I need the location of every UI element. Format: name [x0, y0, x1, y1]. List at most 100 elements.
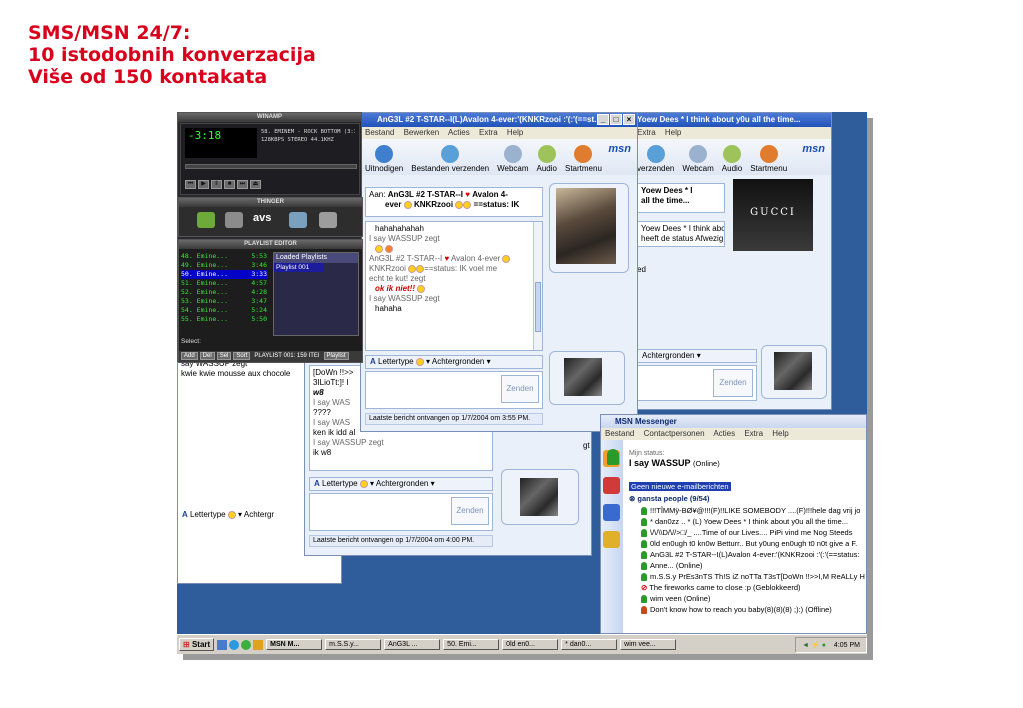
font-icon[interactable]: A [182, 510, 188, 519]
menu-acties[interactable]: Acties [713, 429, 735, 438]
taskbar-item[interactable]: * dan0... [561, 639, 618, 650]
playlist-row[interactable]: 52. Emine... 4:28 [181, 288, 267, 297]
contact-item-offline[interactable]: Don't know how to reach you baby(8)(8)(8… [641, 604, 832, 615]
emoticon-icon[interactable] [227, 510, 236, 519]
volume-icon[interactable]: ◄ [802, 642, 809, 649]
background-button[interactable]: Achtergr [244, 510, 274, 519]
thinger-icon[interactable] [319, 212, 337, 228]
emoticon-icon[interactable] [359, 479, 368, 488]
font-icon[interactable]: A [314, 479, 320, 488]
contact-item-blocked[interactable]: ⊘ The fireworks came to close :p (Geblok… [641, 582, 801, 593]
loaded-playlists-panel[interactable]: Loaded Playlists Playlist 001 [273, 252, 359, 336]
contact-item[interactable]: * dan0zz .. * (L) Yoew Dees * I think ab… [641, 516, 848, 527]
scroll-thumb[interactable] [535, 282, 541, 332]
audio-tool[interactable]: Audio [537, 145, 557, 173]
start-button[interactable]: ⊞ Start [179, 638, 215, 651]
pause-icon[interactable]: ‖ [211, 180, 222, 189]
clock[interactable]: 4:05 PM [834, 642, 860, 649]
network-icon[interactable]: ⚡ [811, 642, 820, 649]
font-icon[interactable]: A [370, 357, 376, 366]
chat-right-send-button[interactable]: Zenden [713, 369, 753, 397]
media-icon[interactable] [253, 639, 264, 650]
chat-window-main[interactable]: AnG3L #2 T-STAR--I(L)Avalon 4-ever:'(KNK… [360, 112, 638, 432]
menu-bestand[interactable]: Bestand [365, 128, 394, 137]
thinger-icon[interactable] [225, 212, 243, 228]
background-button[interactable]: Achtergronden [376, 479, 428, 488]
messenger-icon[interactable] [241, 639, 252, 650]
contact-item[interactable]: m.S.S.y PrEs3nTS Th!S iZ noTTa T3sT[DoWn… [641, 571, 865, 582]
emoticon-icon[interactable] [415, 357, 424, 366]
startmenu-tool[interactable]: Startmenu [565, 145, 602, 173]
winamp-seek-bar[interactable] [185, 164, 357, 169]
next-icon[interactable]: ⏭ [237, 180, 248, 189]
stop-icon[interactable]: ■ [224, 180, 235, 189]
contact-item[interactable]: wim veen (Online) [641, 593, 710, 604]
close-button[interactable]: × [623, 114, 635, 125]
messenger-tray-icon[interactable]: ● [822, 642, 826, 649]
send-files-tool[interactable]: Bestanden verzenden [411, 145, 489, 173]
menu-help[interactable]: Help [665, 128, 681, 137]
maximize-button[interactable]: □ [610, 114, 622, 125]
startmenu-tool[interactable]: Startmenu [750, 145, 787, 173]
add-button[interactable]: Add [181, 352, 198, 360]
my-avatar-icon[interactable] [607, 449, 619, 465]
font-button[interactable]: Lettertype [378, 357, 414, 366]
background-button[interactable]: Achtergronden [432, 357, 484, 366]
collapse-icon[interactable]: ⊗ [629, 494, 635, 503]
playlist-row[interactable]: 48. Emine... 5:53 [181, 252, 267, 261]
eject-icon[interactable]: ⏏ [250, 180, 261, 189]
webcam-tool[interactable]: Webcam [497, 145, 529, 173]
menu-contactpersonen[interactable]: Contactpersonen [644, 429, 705, 438]
playlist-entry[interactable]: Playlist 001 [274, 263, 324, 272]
menu-help[interactable]: Help [507, 128, 523, 137]
minimize-button[interactable]: _ [597, 114, 609, 125]
thinger-icon[interactable] [289, 212, 307, 228]
contact-item[interactable]: Anne... (Online) [641, 560, 703, 571]
chat-window-right[interactable]: Yoew Dees * I think about y0u all the ti… [632, 112, 832, 410]
taskbar-item[interactable]: AnG3L ... [384, 639, 441, 650]
sel-button[interactable]: Sel [216, 352, 232, 360]
avs-label[interactable]: avs [253, 212, 271, 224]
font-button[interactable]: Lettertype [322, 479, 358, 488]
playlist-row[interactable]: 53. Emine... 3:47 [181, 297, 267, 306]
contact-item[interactable]: AnG3L #2 T-STAR--I(L)Avalon 4-ever:'(KNK… [641, 549, 860, 560]
menu-bestand[interactable]: Bestand [605, 429, 634, 438]
menu-bewerken[interactable]: Bewerken [404, 128, 440, 137]
status-dropdown[interactable]: I say WASSUP (Online) [629, 458, 720, 469]
winamp-titlebar[interactable]: WINAMP [178, 113, 361, 122]
select-row[interactable]: Select: [181, 338, 201, 345]
mail-link[interactable]: Geen nieuwe e-mailberichten [629, 481, 731, 492]
menu-extra[interactable]: Extra [744, 429, 763, 438]
background-button[interactable]: Achtergronden [642, 351, 694, 360]
audio-tool[interactable]: Audio [722, 145, 742, 173]
tab-mail-icon[interactable] [603, 477, 620, 494]
tab-music-icon[interactable] [603, 504, 620, 521]
contact-item[interactable]: !!!TÎMMÿ-BØ¥@!!!(F)!!LIKE SOMEBODY ....(… [641, 505, 860, 516]
messenger-titlebar[interactable]: MSN Messenger [601, 415, 866, 428]
play-icon[interactable]: ▶ [198, 180, 209, 189]
taskbar-item[interactable]: 50. Emi... [443, 639, 500, 650]
chat-main-send-button[interactable]: Zenden [501, 375, 539, 403]
taskbar-item[interactable]: wim vee... [620, 639, 677, 650]
chat-right-titlebar[interactable]: Yoew Dees * I think about y0u all the ti… [633, 113, 831, 127]
font-button[interactable]: Lettertype [190, 510, 226, 519]
thinger-icon[interactable] [197, 212, 215, 228]
playlist-row[interactable]: 55. Emine... 5:50 [181, 315, 267, 324]
taskbar-item[interactable]: m.S.S.y... [325, 639, 382, 650]
loaded-playlists-header[interactable]: Loaded Playlists [274, 253, 358, 263]
desktop-icon[interactable] [217, 639, 228, 650]
contact-item[interactable]: 0ld en0ugh t0 kn0w Betturr.. But y0ung e… [641, 538, 857, 549]
menu-acties[interactable]: Acties [448, 128, 470, 137]
playlist-button[interactable]: Playlist [323, 352, 349, 360]
prev-icon[interactable]: ⏮ [185, 180, 196, 189]
playlist-list[interactable]: 48. Emine... 5:53 49. Emine... 3:46 50. … [181, 252, 267, 324]
menu-extra[interactable]: Extra [479, 128, 498, 137]
del-button[interactable]: Del [199, 352, 215, 360]
playlist-row[interactable]: 54. Emine... 5:24 [181, 306, 267, 315]
send-files-tool[interactable]: verzenden [637, 145, 674, 173]
tab-shopping-icon[interactable] [603, 531, 620, 548]
playlist-row-selected[interactable]: 50. Emine... 3:33 [181, 270, 267, 279]
webcam-tool[interactable]: Webcam [682, 145, 714, 173]
taskbar-item[interactable]: 0ld en0... [502, 639, 559, 650]
chat-main-scrollbar[interactable] [533, 222, 542, 350]
